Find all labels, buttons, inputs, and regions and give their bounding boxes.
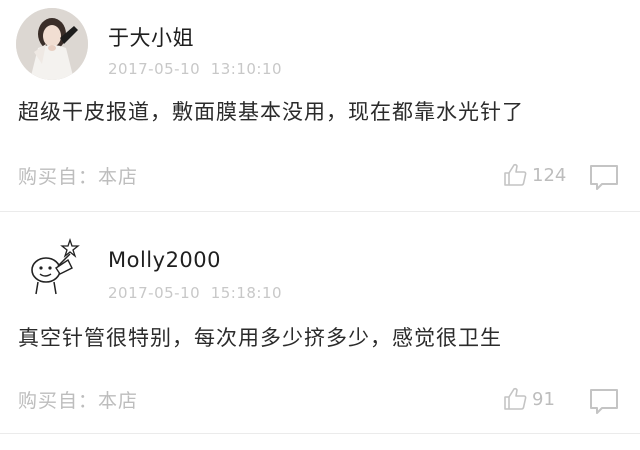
purchase-source: 购买自：本店 [18,390,139,412]
like-count: 91 [532,388,555,410]
comment-icon [590,389,618,414]
cartoon-doodle-avatar-icon [31,237,80,295]
username[interactable]: Molly2000 [108,248,221,272]
thumbs-up-icon [504,163,527,186]
woman-photo-avatar-icon [16,8,88,80]
purchase-source: 购买自：本店 [18,166,139,188]
thumbs-up-icon [504,387,527,410]
review-text: 真空针管很特别，每次用多少挤多少，感觉很卫生 [18,326,502,350]
review-text: 超级干皮报道，敷面膜基本没用，现在都靠水光针了 [18,100,524,124]
timestamp: 2017-05-10 15:18:10 [108,284,283,302]
comment-button[interactable] [588,162,620,192]
review-item: Molly2000 2017-05-10 15:18:10 真空针管很特别，每次… [0,212,640,434]
review-item: 于大小姐 2017-05-10 13:10:10 超级干皮报道，敷面膜基本没用，… [0,0,640,212]
username[interactable]: 于大小姐 [108,22,194,52]
like-count: 124 [532,164,567,186]
avatar[interactable] [16,230,88,302]
timestamp: 2017-05-10 13:10:10 [108,60,283,78]
divider [0,433,640,434]
comment-button[interactable] [588,386,620,416]
like-button[interactable]: 91 [502,382,555,416]
comment-icon [590,165,618,190]
avatar[interactable] [16,8,88,80]
like-button[interactable]: 124 [502,158,566,192]
